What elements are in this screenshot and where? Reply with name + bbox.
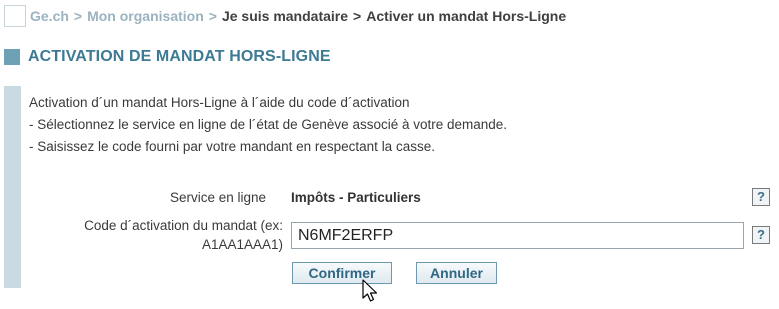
code-help-button[interactable]: ? bbox=[752, 226, 770, 244]
cancel-button[interactable]: Annuler bbox=[416, 262, 497, 284]
breadcrumb-home-link[interactable]: Ge.ch bbox=[30, 8, 69, 24]
instructions: Activation d´un mandat Hors-Ligne à l´ai… bbox=[29, 92, 507, 158]
breadcrumb: Ge.ch > Mon organisation > Je suis manda… bbox=[4, 4, 566, 28]
breadcrumb-current: Activer un mandat Hors-Ligne bbox=[366, 8, 567, 24]
service-help-button[interactable]: ? bbox=[752, 188, 770, 206]
instructions-step-2: - Saisissez le code fourni par votre man… bbox=[29, 139, 435, 154]
page-title: ACTIVATION DE MANDAT HORS-LIGNE bbox=[28, 48, 331, 65]
code-label-line-1: Code d´activation du mandat (ex: bbox=[84, 218, 283, 233]
home-icon[interactable] bbox=[4, 5, 26, 27]
service-label: Service en ligne bbox=[170, 190, 267, 205]
service-value: Impôts - Particuliers bbox=[291, 190, 421, 205]
side-bar bbox=[4, 86, 21, 288]
breadcrumb-mandataire[interactable]: Je suis mandataire bbox=[222, 8, 348, 24]
code-label: Code d´activation du mandat (ex: A1AA1AA… bbox=[44, 216, 283, 254]
instructions-step-1: - Sélectionnez le service en ligne de l´… bbox=[29, 117, 508, 132]
content-panel: Activation d´un mandat Hors-Ligne à l´ai… bbox=[4, 86, 775, 302]
breadcrumb-organisation-link[interactable]: Mon organisation bbox=[87, 8, 204, 24]
page-title-row: ACTIVATION DE MANDAT HORS-LIGNE bbox=[4, 48, 331, 66]
activation-code-input[interactable] bbox=[291, 222, 744, 249]
breadcrumb-separator: > bbox=[208, 8, 217, 24]
title-square-icon bbox=[4, 49, 20, 65]
breadcrumb-separator: > bbox=[73, 8, 83, 24]
confirm-button[interactable]: Confirmer bbox=[292, 262, 392, 284]
breadcrumb-separator: > bbox=[353, 8, 362, 24]
code-label-line-2: A1AA1AAA1) bbox=[201, 237, 283, 252]
instructions-intro: Activation d´un mandat Hors-Ligne à l´ai… bbox=[29, 95, 410, 110]
